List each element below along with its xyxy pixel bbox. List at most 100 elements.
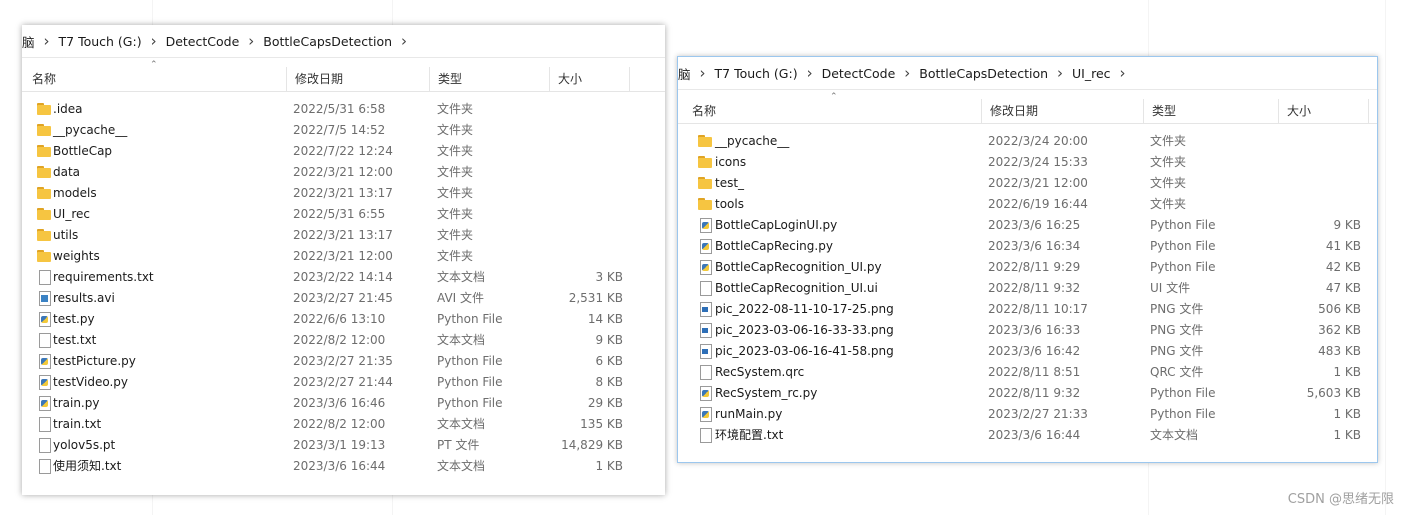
file-row[interactable]: RecSystem_rc.py 2022/8/11 9:32 Python File… xyxy=(678,383,1377,404)
file-size: 29 KB xyxy=(587,396,623,410)
breadcrumb: 脑 › T7 Touch (G:) › DetectCode › BottleCapsDet… xyxy=(22,25,665,58)
file-row[interactable]: runMain.py 2023/2/27 21:33 Python File 1 KB xyxy=(678,404,1377,425)
file-row[interactable]: train.txt 2022/8/2 12:00 文本文档 135 KB xyxy=(22,414,665,435)
file-row[interactable]: pic_2022-08-11-10-17-25.png 2022/8/11 10:… xyxy=(678,299,1377,320)
file-modified-date: 2022/8/11 10:17 xyxy=(988,302,1088,316)
file-row[interactable]: testPicture.py 2023/2/27 21:35 Python File… xyxy=(22,351,665,372)
file-row[interactable]: test.txt 2022/8/2 12:00 文本文档 9 KB xyxy=(22,330,665,351)
file-name: BottleCapRecing.py xyxy=(715,239,833,253)
breadcrumb-item[interactable]: BottleCapsDetection › xyxy=(257,32,410,50)
file-name: 环境配置.txt xyxy=(715,428,784,442)
file-row[interactable]: icons 2022/3/24 15:33 文件夹 xyxy=(678,152,1377,173)
file-name: test.txt xyxy=(53,333,97,347)
file-modified-date: 2022/5/31 6:58 xyxy=(293,102,386,116)
file-modified-date: 2023/3/6 16:34 xyxy=(988,239,1081,253)
file-row[interactable]: yolov5s.pt 2023/3/1 19:13 PT 文件 14,829 KB xyxy=(22,435,665,456)
breadcrumb-item[interactable]: 脑 › xyxy=(678,64,709,83)
file-row[interactable]: tools 2022/6/19 16:44 文件夹 xyxy=(678,194,1377,215)
column-header-name[interactable]: 名称 xyxy=(684,99,982,123)
file-modified-date: 2023/2/22 14:14 xyxy=(293,270,393,284)
file-row[interactable]: pic_2023-03-06-16-41-58.png 2023/3/6 16:4… xyxy=(678,341,1377,362)
column-header-date[interactable]: 修改日期 xyxy=(982,99,1144,123)
column-header-name[interactable]: 名称 xyxy=(24,67,287,91)
file-modified-date: 2022/3/21 12:00 xyxy=(988,176,1088,190)
file-name: tools xyxy=(715,197,744,211)
file-row[interactable]: .idea 2022/5/31 6:58 文件夹 xyxy=(22,99,665,120)
chevron-right-icon[interactable]: › xyxy=(804,64,816,82)
breadcrumb-item[interactable]: DetectCode › xyxy=(816,64,914,82)
file-type: Python File xyxy=(437,396,503,410)
breadcrumb-item[interactable]: DetectCode › xyxy=(160,32,258,50)
file-row[interactable]: models 2022/3/21 13:17 文件夹 xyxy=(22,183,665,204)
file-modified-date: 2022/8/11 9:29 xyxy=(988,260,1081,274)
file-modified-date: 2023/3/6 16:44 xyxy=(293,459,386,473)
file-size: 42 KB xyxy=(1325,260,1361,274)
file-type: AVI 文件 xyxy=(437,291,485,305)
chevron-right-icon[interactable]: › xyxy=(398,32,410,50)
column-header: ⌃ 名称 修改日期 类型 大小 xyxy=(22,60,665,92)
file-row[interactable]: test.py 2022/6/6 13:10 Python File 14 KB xyxy=(22,309,665,330)
file-row[interactable]: pic_2023-03-06-16-33-33.png 2023/3/6 16:3… xyxy=(678,320,1377,341)
file-type: 文件夹 xyxy=(437,165,474,179)
file-row[interactable]: __pycache__ 2022/7/5 14:52 文件夹 xyxy=(22,120,665,141)
file-row[interactable]: __pycache__ 2022/3/24 20:00 文件夹 xyxy=(678,131,1377,152)
file-type: Python File xyxy=(1150,407,1216,421)
file-type: 文件夹 xyxy=(437,228,474,242)
chevron-right-icon[interactable]: › xyxy=(901,64,913,82)
file-row[interactable]: 环境配置.txt 2023/3/6 16:44 文本文档 1 KB xyxy=(678,425,1377,446)
breadcrumb-item-label: DetectCode xyxy=(821,65,896,81)
file-type: Python File xyxy=(437,312,503,326)
breadcrumb-item[interactable]: T7 Touch (G:) › xyxy=(53,32,160,50)
file-size: 6 KB xyxy=(595,354,623,368)
chevron-right-icon[interactable]: › xyxy=(1054,64,1066,82)
python-file-icon xyxy=(697,406,713,422)
file-row[interactable]: BottleCapLoginUI.py 2023/3/6 16:25 Python … xyxy=(678,215,1377,236)
text-file-icon xyxy=(36,269,52,285)
file-name: train.py xyxy=(53,396,100,410)
file-row[interactable]: data 2022/3/21 12:00 文件夹 xyxy=(22,162,665,183)
breadcrumb: 脑 › T7 Touch (G:) › DetectCode › BottleCapsDet… xyxy=(678,57,1377,90)
file-row[interactable]: testVideo.py 2023/2/27 21:44 Python File 8 … xyxy=(22,372,665,393)
file-modified-date: 2022/8/11 9:32 xyxy=(988,386,1081,400)
breadcrumb-item[interactable]: T7 Touch (G:) › xyxy=(709,64,816,82)
file-modified-date: 2023/3/6 16:46 xyxy=(293,396,386,410)
file-name: requirements.txt xyxy=(53,270,154,284)
column-header-type[interactable]: 类型 xyxy=(1144,99,1279,123)
chevron-right-icon[interactable]: › xyxy=(1117,64,1129,82)
file-row[interactable]: test_ 2022/3/21 12:00 文件夹 xyxy=(678,173,1377,194)
file-row[interactable]: weights 2022/3/21 12:00 文件夹 xyxy=(22,246,665,267)
file-row[interactable]: RecSystem.qrc 2022/8/11 8:51 QRC 文件 1 KB xyxy=(678,362,1377,383)
file-row[interactable]: BottleCapRecognition_UI.py 2022/8/11 9:29… xyxy=(678,257,1377,278)
breadcrumb-item[interactable]: 脑 › xyxy=(22,32,53,51)
file-name: __pycache__ xyxy=(715,134,790,148)
breadcrumb-item[interactable]: BottleCapsDetection › xyxy=(913,64,1066,82)
file-row[interactable]: results.avi 2023/2/27 21:45 AVI 文件 2,531 KB xyxy=(22,288,665,309)
file-row[interactable]: BottleCapRecing.py 2023/3/6 16:34 Python F… xyxy=(678,236,1377,257)
file-row[interactable]: utils 2022/3/21 13:17 文件夹 xyxy=(22,225,665,246)
file-modified-date: 2022/3/24 20:00 xyxy=(988,134,1088,148)
file-type: 文本文档 xyxy=(437,333,486,347)
chevron-right-icon[interactable]: › xyxy=(148,32,160,50)
file-modified-date: 2022/3/21 12:00 xyxy=(293,165,393,179)
file-size: 483 KB xyxy=(1318,344,1361,358)
chevron-right-icon[interactable]: › xyxy=(41,32,53,50)
chevron-right-icon[interactable]: › xyxy=(697,64,709,82)
file-size: 362 KB xyxy=(1318,323,1361,337)
file-modified-date: 2023/2/27 21:45 xyxy=(293,291,393,305)
breadcrumb-item[interactable]: UI_rec › xyxy=(1066,64,1129,82)
file-row[interactable]: 使用须知.txt 2023/3/6 16:44 文本文档 1 KB xyxy=(22,456,665,477)
chevron-right-icon[interactable]: › xyxy=(245,32,257,50)
file-row[interactable]: BottleCap 2022/7/22 12:24 文件夹 xyxy=(22,141,665,162)
column-header-type[interactable]: 类型 xyxy=(430,67,550,91)
column-header-size[interactable]: 大小 xyxy=(550,67,630,91)
file-name: pic_2022-08-11-10-17-25.png xyxy=(715,302,894,316)
file-row[interactable]: BottleCapRecognition_UI.ui 2022/8/11 9:32… xyxy=(678,278,1377,299)
file-row[interactable]: UI_rec 2022/5/31 6:55 文件夹 xyxy=(22,204,665,225)
file-row[interactable]: train.py 2023/3/6 16:46 Python File 29 KB xyxy=(22,393,665,414)
column-header-date[interactable]: 修改日期 xyxy=(287,67,430,91)
column-header-size[interactable]: 大小 xyxy=(1279,99,1369,123)
file-type: 文件夹 xyxy=(1150,197,1187,211)
file-modified-date: 2022/3/21 12:00 xyxy=(293,249,393,263)
file-row[interactable]: requirements.txt 2023/2/22 14:14 文本文档 3 KB xyxy=(22,267,665,288)
file-name: results.avi xyxy=(53,291,115,305)
